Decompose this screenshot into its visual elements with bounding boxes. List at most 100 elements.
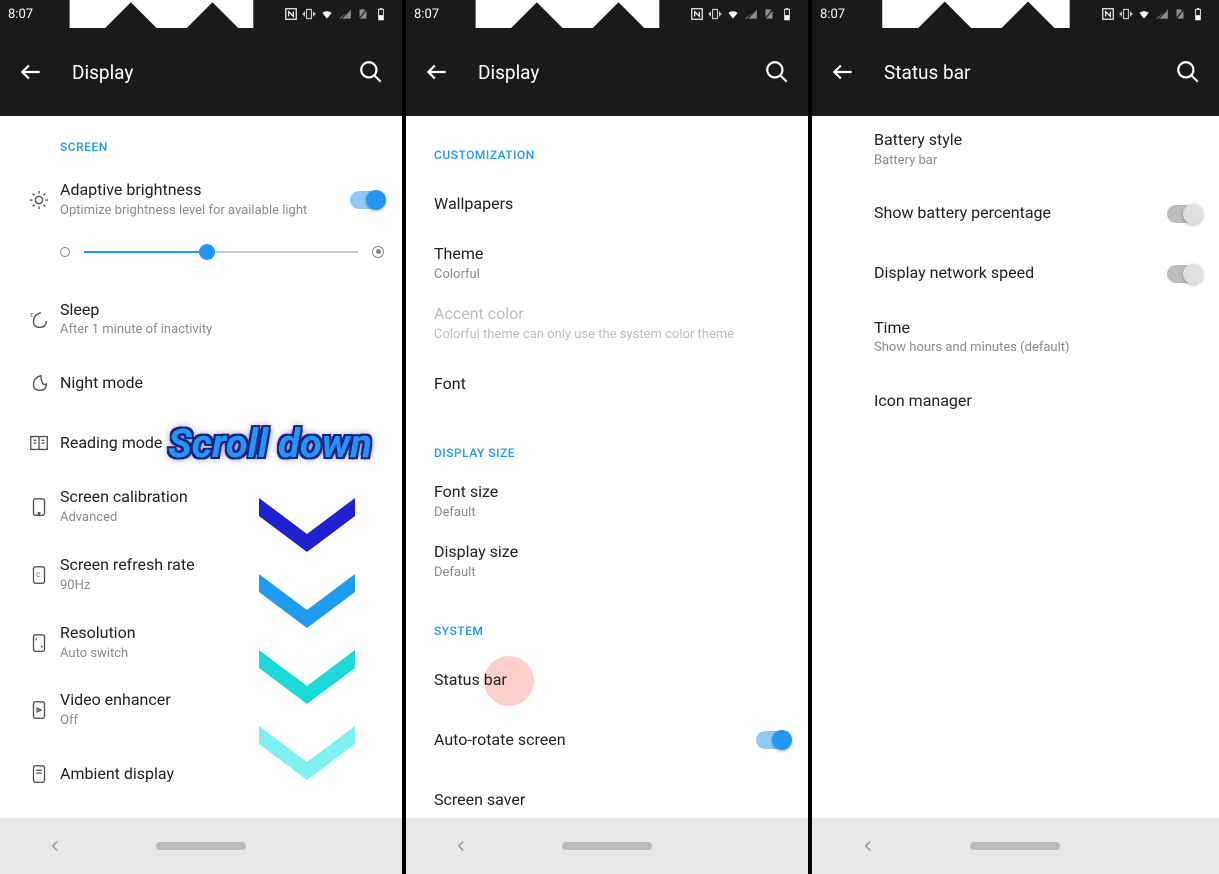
moon-icon: [18, 372, 60, 394]
item-font-size[interactable]: Font size Default: [406, 472, 808, 532]
item-night-mode[interactable]: Night mode: [0, 353, 402, 413]
item-network-speed[interactable]: Display network speed: [846, 244, 1219, 304]
vibrate-icon: [708, 7, 722, 21]
resolution-icon: [18, 632, 60, 654]
item-title: Battery style: [874, 130, 1201, 151]
wifi-icon: [320, 7, 334, 21]
nav-back-button[interactable]: [46, 837, 64, 855]
item-display-size[interactable]: Display size Default: [406, 532, 808, 592]
vibrate-icon: [1119, 7, 1133, 21]
item-title: Show battery percentage: [874, 203, 1167, 224]
clock-text: 8:07: [414, 7, 439, 22]
settings-list[interactable]: CUSTOMIZATION Wallpapers Theme Colorful …: [406, 116, 808, 818]
nav-home-pill[interactable]: [970, 842, 1060, 850]
item-subtitle: After 1 minute of inactivity: [60, 322, 384, 339]
item-subtitle: Battery bar: [874, 153, 1201, 170]
adaptive-brightness-switch[interactable]: [350, 191, 384, 209]
section-header-display-size: DISPLAY SIZE: [406, 422, 808, 472]
item-sleep[interactable]: z Sleep After 1 minute of inactivity: [0, 286, 402, 354]
settings-list[interactable]: Battery style Battery bar Show battery p…: [812, 116, 1219, 818]
calibration-icon: [18, 496, 60, 518]
auto-rotate-switch[interactable]: [756, 731, 790, 749]
item-battery-percentage[interactable]: Show battery percentage: [846, 184, 1219, 244]
brightness-slider[interactable]: [0, 234, 402, 286]
item-status-bar[interactable]: Status bar: [406, 650, 808, 710]
sim-icon: [762, 7, 776, 21]
refresh-icon: C: [18, 564, 60, 586]
brightness-icon: [18, 189, 60, 211]
clock-text: 8:07: [8, 7, 33, 22]
item-subtitle: Default: [434, 565, 790, 582]
back-button[interactable]: [18, 59, 44, 85]
clock-text: 8:07: [820, 7, 845, 22]
book-icon: [18, 432, 60, 454]
battery-icon: [780, 7, 794, 21]
wifi-icon: [726, 7, 740, 21]
search-button[interactable]: [764, 59, 790, 85]
sleep-icon: z: [18, 309, 60, 331]
item-icon-manager[interactable]: Icon manager: [846, 371, 1219, 431]
chevron-down-icon: [242, 492, 372, 552]
nav-back-button[interactable]: [452, 837, 470, 855]
item-title: Screen saver: [434, 790, 790, 811]
signal-icon: [338, 7, 352, 21]
battery-percentage-switch[interactable]: [1167, 205, 1201, 223]
status-bar: 8:07: [406, 0, 808, 28]
chevron-down-icon: [242, 720, 372, 780]
item-wallpapers[interactable]: Wallpapers: [406, 174, 808, 234]
status-bar: 8:07: [812, 0, 1219, 28]
item-title: Time: [874, 318, 1201, 339]
back-button[interactable]: [830, 59, 856, 85]
item-title: Wallpapers: [434, 194, 790, 215]
signal-icon: [744, 7, 758, 21]
annotation-scroll-down: Scroll down: [168, 420, 372, 467]
page-title: Status bar: [884, 61, 1147, 84]
app-bar: Status bar: [812, 28, 1219, 116]
page-title: Display: [72, 61, 330, 84]
nfc-icon: [284, 7, 298, 21]
nav-home-pill[interactable]: [156, 842, 246, 850]
wifi-icon: [1137, 7, 1151, 21]
item-title: Adaptive brightness: [60, 180, 350, 201]
battery-icon: [1191, 7, 1205, 21]
nfc-icon: [1101, 7, 1115, 21]
back-button[interactable]: [424, 59, 450, 85]
phone-panel-2: 8:07 Display CUSTOMIZATION Wallpapers Th…: [406, 0, 812, 874]
annotation-arrows: [242, 492, 402, 796]
item-title: Sleep: [60, 300, 384, 321]
ambient-icon: [18, 763, 60, 785]
app-bar: Display: [406, 28, 808, 116]
page-title: Display: [478, 61, 736, 84]
brightness-low-icon: [60, 247, 70, 257]
search-button[interactable]: [358, 59, 384, 85]
item-auto-rotate[interactable]: Auto-rotate screen: [406, 710, 808, 770]
sim-icon: [356, 7, 370, 21]
nav-home-pill[interactable]: [562, 842, 652, 850]
nav-bar: [812, 818, 1219, 874]
item-title: Font: [434, 374, 790, 395]
slider-track[interactable]: [84, 251, 358, 253]
item-title: Display network speed: [874, 263, 1167, 284]
sim-icon: [1173, 7, 1187, 21]
item-subtitle: Show hours and minutes (default): [874, 340, 1201, 357]
network-speed-switch[interactable]: [1167, 265, 1201, 283]
item-time[interactable]: Time Show hours and minutes (default): [846, 304, 1219, 372]
item-screen-saver[interactable]: Screen saver: [406, 770, 808, 818]
item-subtitle: Optimize brightness level for available …: [60, 203, 350, 220]
phone-panel-1: 8:07 Display SCREEN Adaptive brightness …: [0, 0, 406, 874]
slider-thumb[interactable]: [199, 244, 215, 260]
item-font[interactable]: Font: [406, 354, 808, 414]
svg-text:C: C: [36, 571, 40, 579]
item-title: Status bar: [434, 670, 790, 691]
item-subtitle: Colorful theme can only use the system c…: [434, 327, 790, 344]
phone-panel-3: 8:07 Status bar Battery style Battery ba…: [812, 0, 1219, 874]
search-button[interactable]: [1175, 59, 1201, 85]
item-title: Icon manager: [874, 391, 1201, 412]
item-battery-style[interactable]: Battery style Battery bar: [846, 116, 1219, 184]
item-theme[interactable]: Theme Colorful: [406, 234, 808, 294]
item-title: Theme: [434, 244, 790, 265]
item-adaptive-brightness[interactable]: Adaptive brightness Optimize brightness …: [0, 166, 402, 234]
item-title: Font size: [434, 482, 790, 503]
vibrate-icon: [302, 7, 316, 21]
nav-back-button[interactable]: [859, 837, 877, 855]
